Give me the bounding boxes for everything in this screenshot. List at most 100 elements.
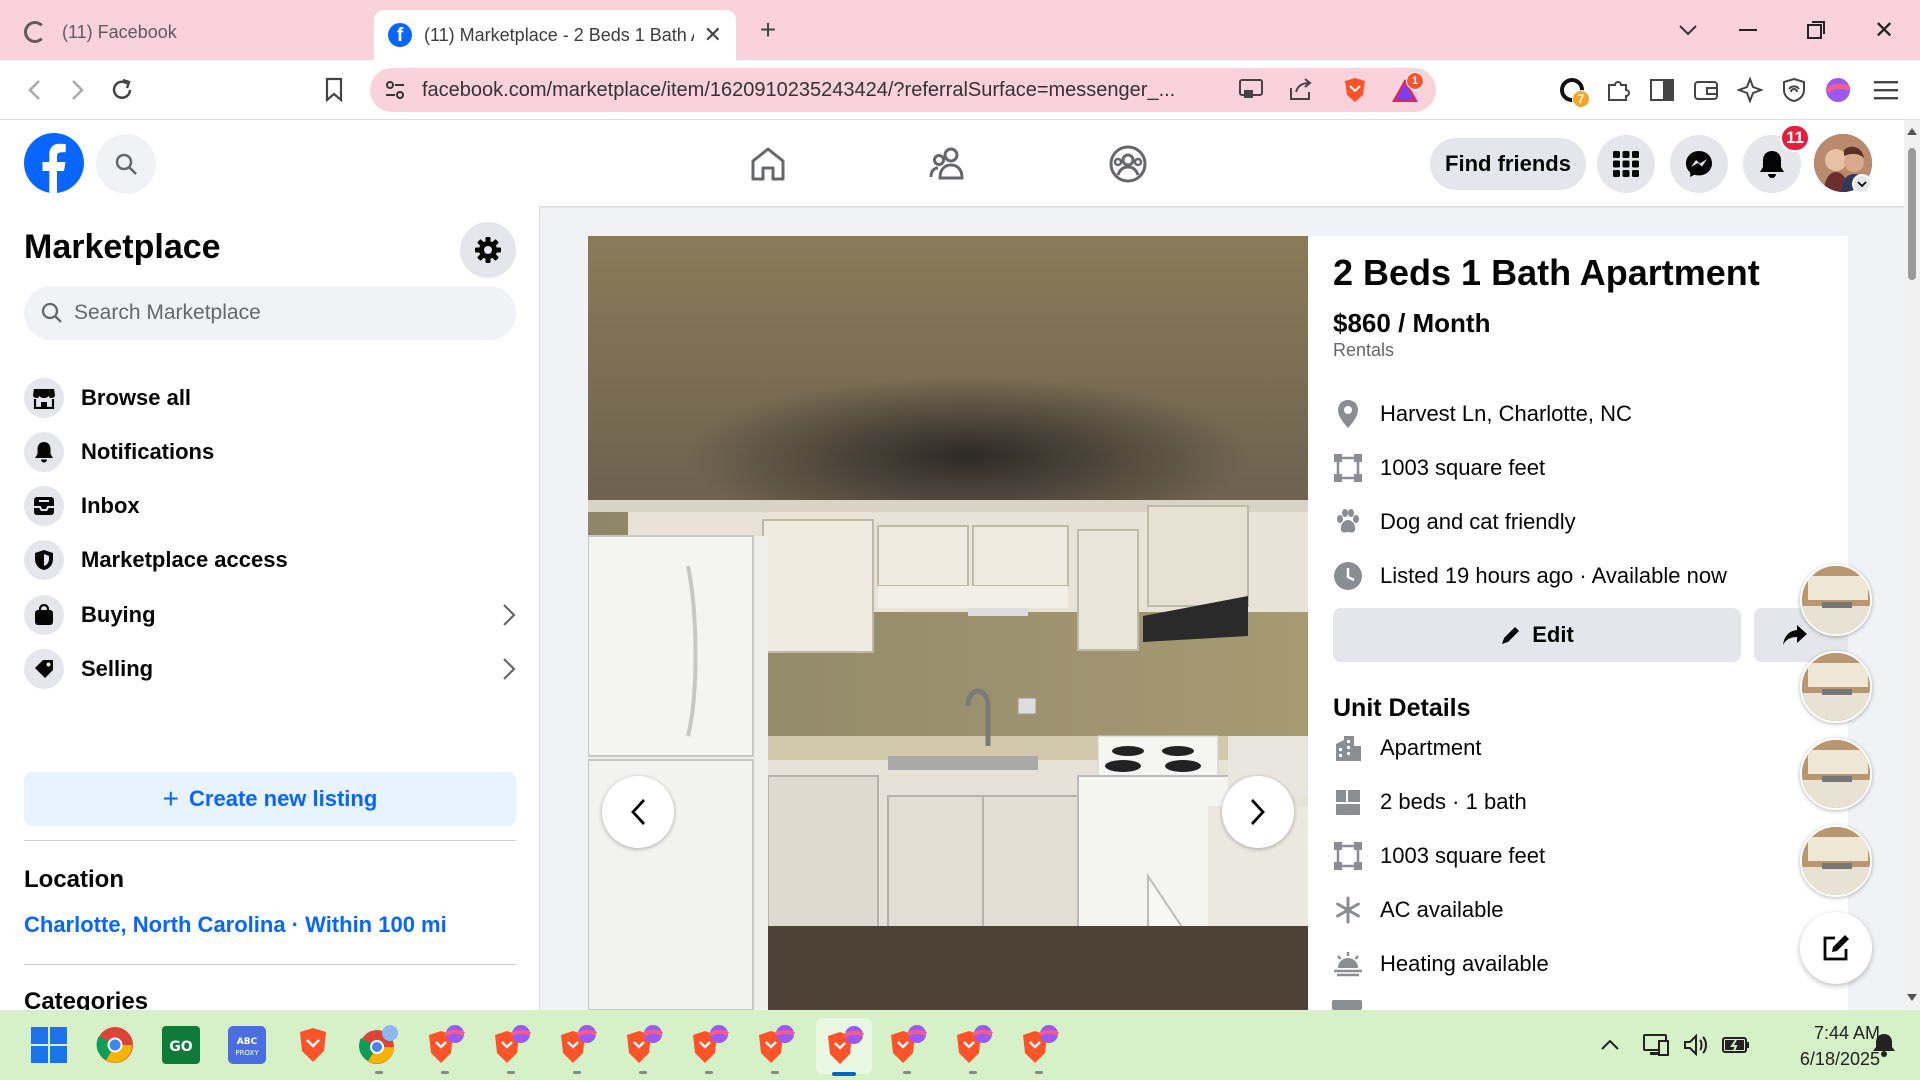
brave-profile-icon[interactable] <box>1014 1020 1064 1074</box>
main-menu-icon[interactable] <box>1870 74 1902 106</box>
groups-icon[interactable] <box>1108 144 1148 184</box>
share-arrow-icon <box>1783 625 1807 645</box>
close-tab-icon[interactable]: ✕ <box>704 22 722 48</box>
account-menu-chevron-icon[interactable] <box>1852 174 1872 194</box>
heat-icon <box>1332 948 1364 980</box>
listing-photo <box>588 236 1308 1010</box>
sidebar-item-selling[interactable]: Selling <box>24 641 516 697</box>
home-icon[interactable] <box>748 144 788 184</box>
tab-search-icon[interactable] <box>1672 14 1704 46</box>
menu-grid-button[interactable] <box>1597 135 1655 193</box>
friends-icon[interactable] <box>928 144 968 184</box>
marketplace-settings-button[interactable] <box>460 222 516 278</box>
network-icon[interactable] <box>1636 1020 1676 1070</box>
running-indicator <box>903 1071 911 1074</box>
sidebar-item-label: Selling <box>81 656 154 681</box>
brave-profile-icon[interactable] <box>948 1020 998 1074</box>
scroll-down-arrow-icon[interactable] <box>1907 994 1917 1001</box>
proxy-app-icon[interactable]: ABC PROXY <box>222 1020 272 1070</box>
sidebar-item-marketplace-access[interactable]: Marketplace access <box>24 532 516 588</box>
vpn-shield-icon[interactable] <box>1778 74 1810 106</box>
chat-head[interactable] <box>1800 651 1872 723</box>
edit-label: Edit <box>1532 622 1574 647</box>
new-tab-button[interactable]: + <box>752 14 784 46</box>
search-placeholder: Search Marketplace <box>74 301 261 324</box>
forward-icon[interactable] <box>62 74 94 106</box>
listing-category[interactable]: Rentals <box>1333 340 1394 361</box>
new-message-button[interactable] <box>1800 912 1872 984</box>
address-bar[interactable]: facebook.com/marketplace/item/1620910235… <box>370 68 1436 112</box>
sidebar-item-label: Inbox <box>81 493 140 518</box>
minimize-icon[interactable] <box>1732 14 1764 46</box>
location-filter-link[interactable]: Charlotte, North Carolina · Within 100 m… <box>24 912 447 938</box>
facebook-search-button[interactable] <box>96 134 156 194</box>
scroll-up-arrow-icon[interactable] <box>1907 128 1917 135</box>
brave-browser-icon[interactable] <box>288 1020 338 1070</box>
sidebar-item-notifications[interactable]: Notifications <box>24 424 516 480</box>
unit-details-heading: Unit Details <box>1333 694 1471 722</box>
extension-counter-icon[interactable]: 7 <box>1556 74 1590 108</box>
tab-marketplace[interactable]: f (11) Marketplace - 2 Beds 1 Bath Apart… <box>374 10 736 60</box>
brave-profile-icon-active[interactable] <box>816 1018 872 1076</box>
windows-start-icon[interactable] <box>24 1020 74 1070</box>
chat-head[interactable] <box>1800 564 1872 636</box>
next-photo-button[interactable] <box>1222 776 1294 848</box>
chrome-icon[interactable] <box>90 1020 140 1070</box>
sidebar-item-browse-all[interactable]: Browse all <box>24 370 516 426</box>
close-window-icon[interactable]: ✕ <box>1868 14 1900 46</box>
bookmark-icon[interactable] <box>318 74 350 106</box>
chevron-left-icon <box>631 799 646 825</box>
battery-icon[interactable] <box>1716 1020 1756 1070</box>
previous-photo-button[interactable] <box>602 776 674 848</box>
brave-profile-icon[interactable] <box>750 1020 800 1074</box>
inbox-icon <box>24 486 64 526</box>
location-text[interactable]: Harvest Ln, Charlotte, NC <box>1380 401 1632 427</box>
brave-profile-icon[interactable] <box>486 1020 536 1074</box>
browser-tab-strip: (11) Facebook f (11) Marketplace - 2 Bed… <box>0 0 1920 60</box>
brave-rewards-icon[interactable]: 1 <box>1390 72 1424 104</box>
system-clock[interactable]: 7:44 AM 6/18/2025 <box>1760 1020 1880 1072</box>
tab-facebook[interactable]: (11) Facebook <box>16 10 356 54</box>
back-icon[interactable] <box>18 74 50 106</box>
page-scrollbar[interactable] <box>1904 120 1920 1010</box>
running-indicator <box>375 1071 383 1074</box>
cast-icon[interactable] <box>1238 78 1264 100</box>
sidebar-item-inbox[interactable]: Inbox <box>24 478 516 534</box>
notification-center-icon[interactable] <box>1864 1020 1904 1070</box>
profile-avatar-icon[interactable] <box>1822 74 1854 106</box>
sidebar-item-buying[interactable]: Buying <box>24 587 516 643</box>
running-indicator <box>705 1071 713 1074</box>
brave-shields-icon[interactable] <box>1342 76 1368 104</box>
marketplace-search-input[interactable]: Search Marketplace <box>24 286 516 340</box>
chrome-profile-icon[interactable] <box>354 1020 404 1074</box>
active-app-indicator <box>832 1072 856 1076</box>
restore-icon[interactable] <box>1800 14 1832 46</box>
share-icon[interactable] <box>1288 78 1314 102</box>
sidebar-toggle-icon[interactable] <box>1646 74 1678 106</box>
site-settings-icon[interactable] <box>384 79 406 101</box>
brave-profile-icon[interactable] <box>420 1020 470 1074</box>
find-friends-button[interactable]: Find friends <box>1430 138 1586 190</box>
brave-profile-icon[interactable] <box>552 1020 602 1074</box>
show-hidden-icons-chevron-icon[interactable] <box>1590 1020 1630 1070</box>
scrollbar-thumb[interactable] <box>1908 148 1916 280</box>
wallet-icon[interactable] <box>1690 74 1722 106</box>
chat-head[interactable] <box>1800 738 1872 810</box>
game-app-icon[interactable]: GO <box>156 1020 206 1070</box>
leo-ai-icon[interactable] <box>1734 74 1766 106</box>
create-new-listing-button[interactable]: + Create new listing <box>24 772 516 826</box>
bag-icon <box>24 595 64 635</box>
unit-heating: Heating available <box>1332 944 1549 984</box>
brave-profile-icon[interactable] <box>684 1020 734 1074</box>
edit-listing-button[interactable]: Edit <box>1333 608 1741 662</box>
messenger-button[interactable] <box>1670 135 1728 193</box>
facebook-logo-icon[interactable] <box>24 133 84 193</box>
extensions-puzzle-icon[interactable] <box>1602 74 1634 106</box>
clock-date: 6/18/2025 <box>1799 1049 1880 1069</box>
volume-icon[interactable] <box>1676 1020 1716 1070</box>
reload-icon[interactable] <box>106 74 138 106</box>
brave-profile-icon[interactable] <box>618 1020 668 1074</box>
url-text[interactable]: facebook.com/marketplace/item/1620910235… <box>422 79 1222 102</box>
brave-profile-icon[interactable] <box>882 1020 932 1074</box>
chat-head[interactable] <box>1800 825 1872 897</box>
